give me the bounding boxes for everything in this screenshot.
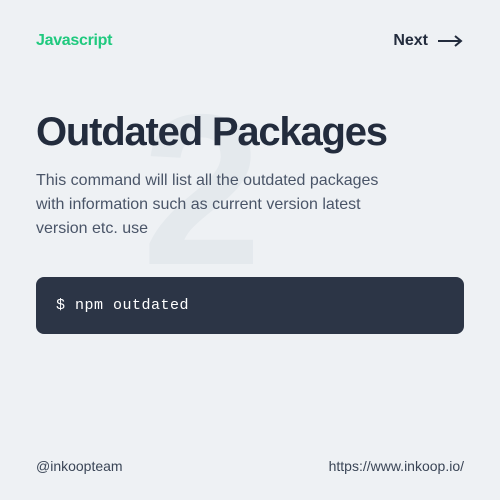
main-content: 2 Outdated Packages This command will li… [36, 110, 464, 334]
social-handle: @inkoopteam [36, 458, 123, 474]
website-url: https://www.inkoop.io/ [329, 458, 464, 474]
description-text: This command will list all the outdated … [36, 169, 396, 241]
next-label: Next [393, 32, 428, 50]
header: Javascript Next [36, 32, 464, 50]
page-title: Outdated Packages [36, 110, 464, 155]
next-button[interactable]: Next [393, 32, 464, 50]
code-block: $ npm outdated [36, 277, 464, 334]
footer: @inkoopteam https://www.inkoop.io/ [36, 458, 464, 474]
category-label: Javascript [36, 32, 112, 50]
arrow-right-icon [438, 35, 464, 47]
